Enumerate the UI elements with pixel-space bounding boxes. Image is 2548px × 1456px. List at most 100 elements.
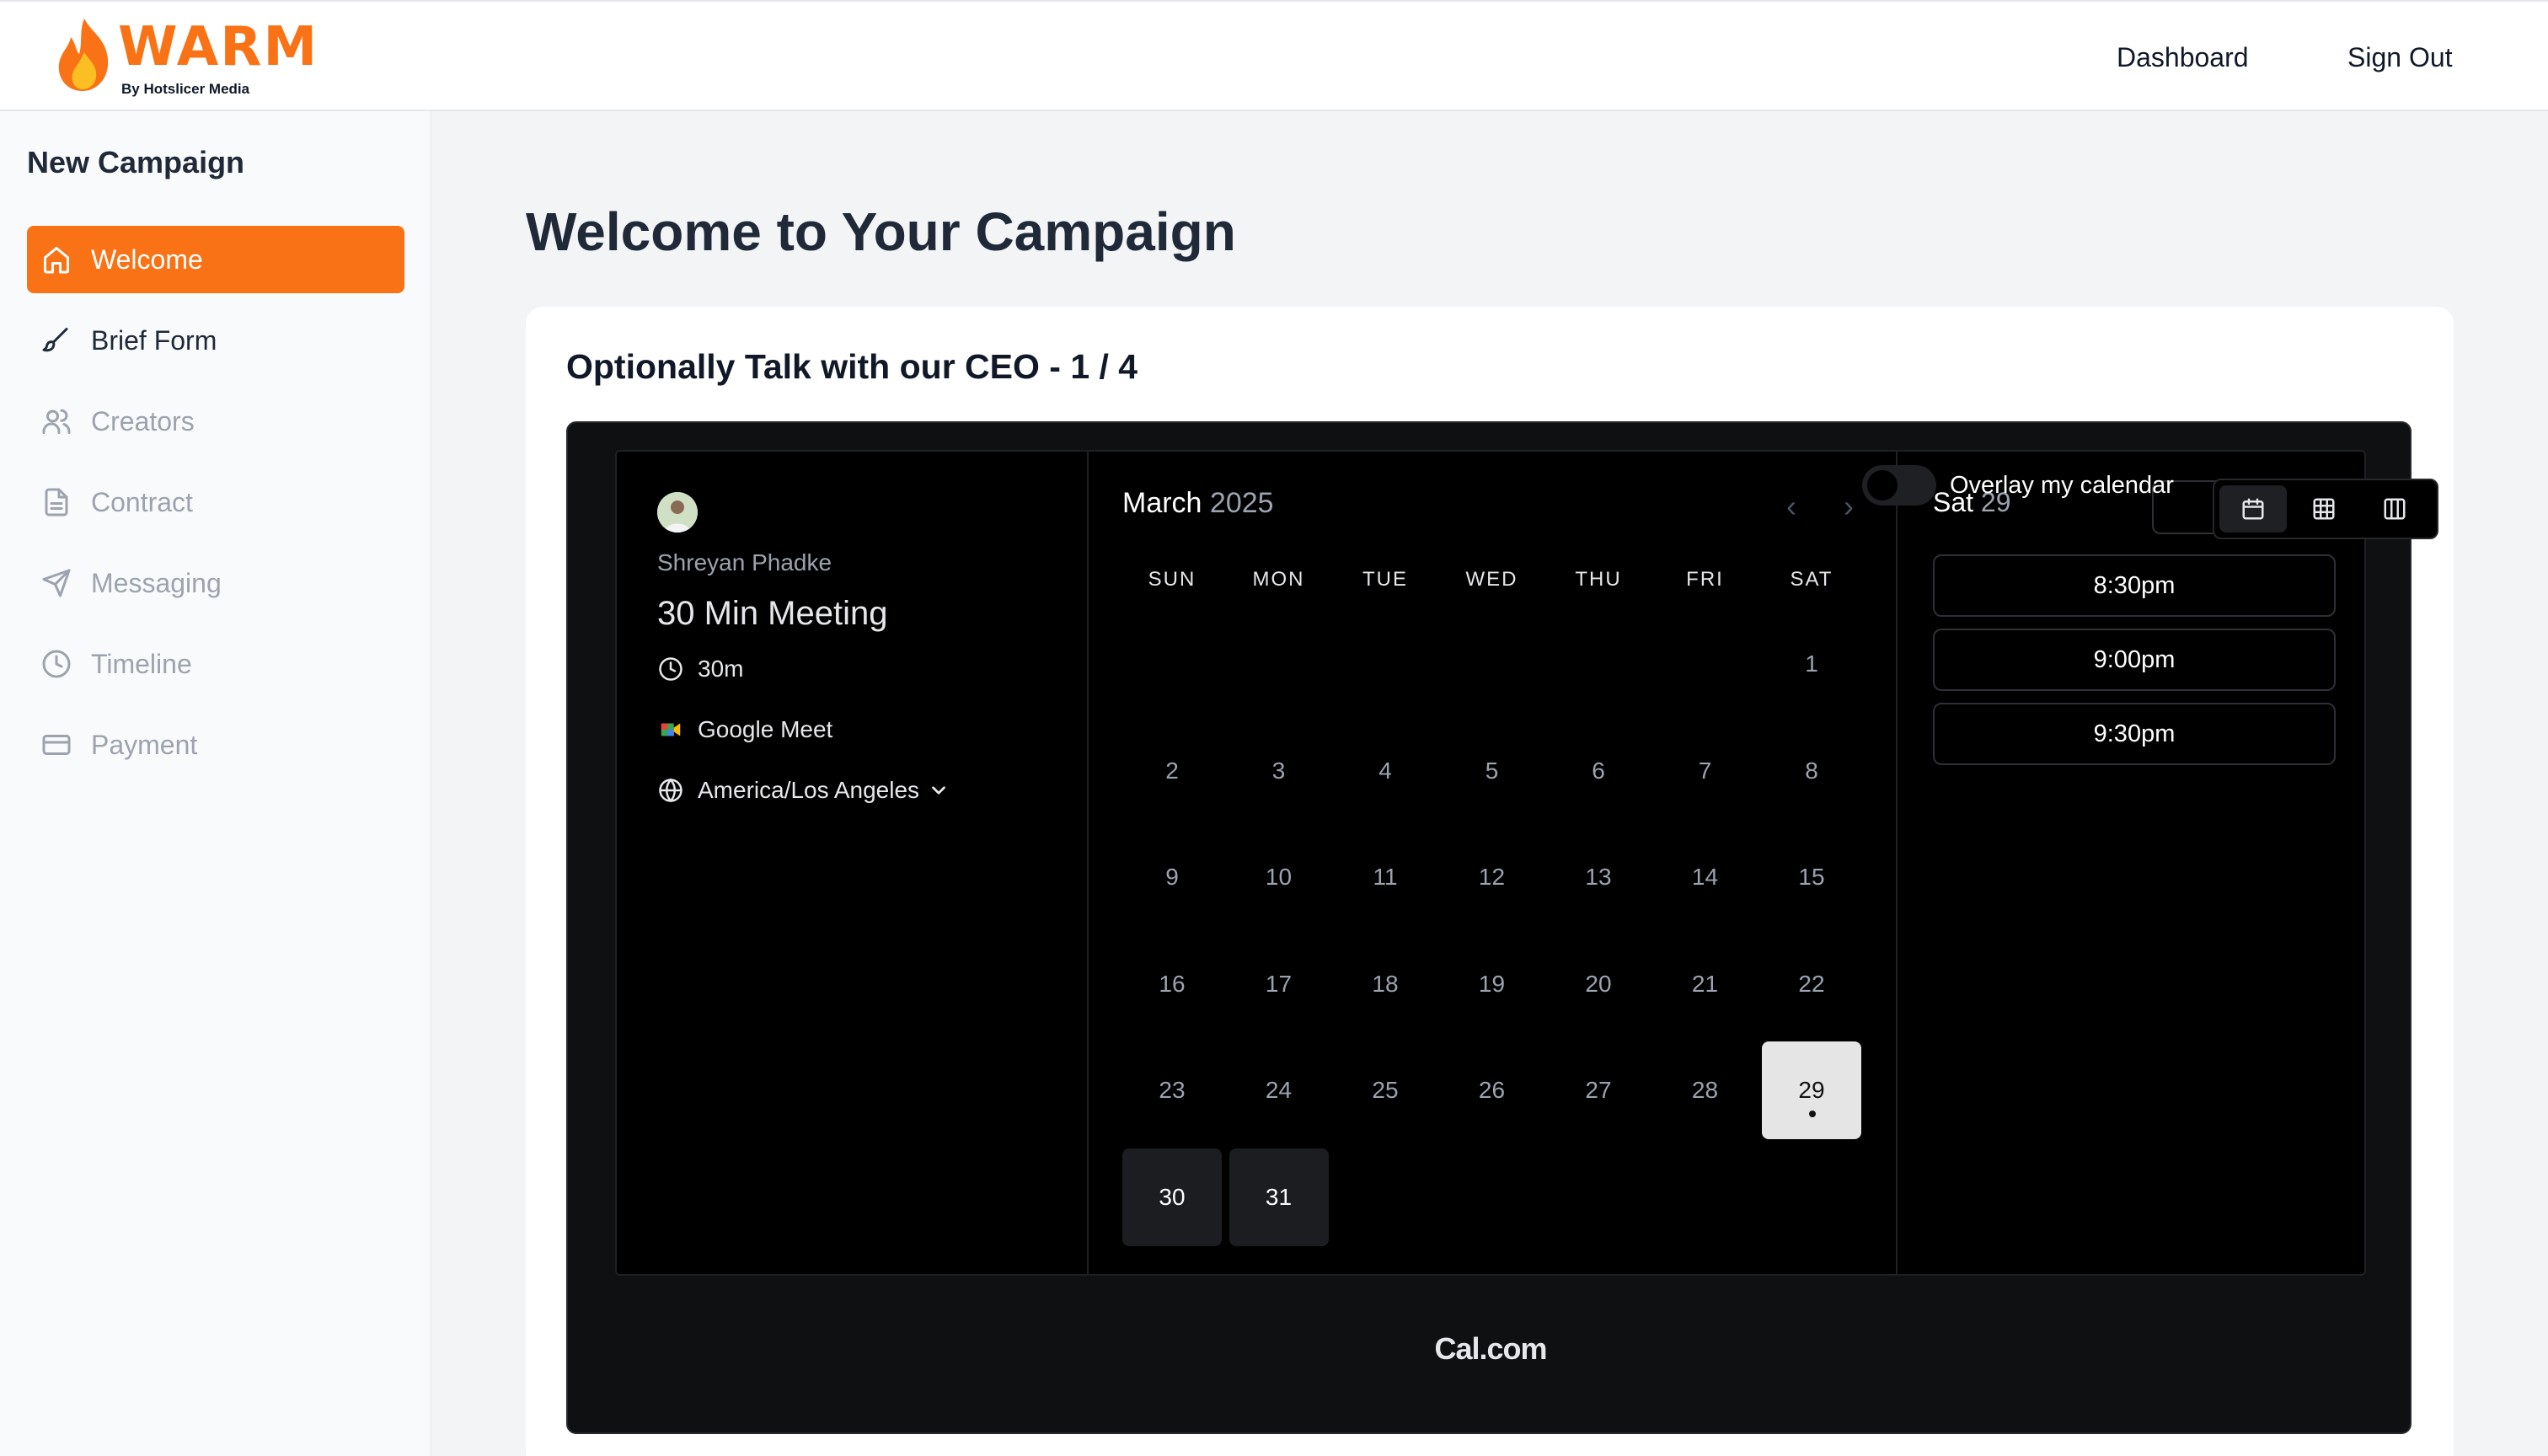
day-number: 24 [1265,1077,1293,1103]
event-meta: Shreyan Phadke 30 Min Meeting 30m Google… [617,452,1089,1274]
send-icon [40,567,72,599]
sign-out-link[interactable]: Sign Out [2347,40,2453,74]
clock-icon [40,648,72,680]
day-number: 6 [1592,757,1605,784]
day-number: 19 [1478,970,1506,997]
day-number: 2 [1165,757,1179,784]
calendar-day: 27 [1549,1041,1648,1139]
sidebar-item-label: Contract [91,486,193,517]
day-number: 28 [1691,1077,1719,1103]
calendar-day: 24 [1229,1041,1329,1139]
overlay-calendar: Overlay my calendar [1862,465,2174,506]
weekday-label: MON [1252,568,1305,591]
sidebar-item-contract[interactable]: Contract [27,468,404,536]
sidebar-item-messaging[interactable]: Messaging [27,549,404,617]
columns-icon [2384,498,2406,520]
weekday-label: THU [1575,568,1622,591]
sidebar-item-creators[interactable]: Creators [27,388,404,455]
calendar-day: 9 [1122,828,1222,926]
weekday-label: SAT [1790,568,1833,591]
flame-icon [58,19,109,91]
day-number: 18 [1372,970,1399,997]
month-view-button[interactable] [2219,485,2287,533]
time-slots-panel: Sat 29 8:30pm 9:00pm 9:30pm [1899,452,2366,1274]
month-heading: March 2025 [1122,487,1274,520]
overlay-calendar-label: Overlay my calendar [1950,471,2174,499]
campaign-card: Optionally Talk with our CEO - 1 / 4 Shr… [526,307,2454,1456]
day-number: 7 [1698,757,1712,784]
credit-card-icon [40,729,72,761]
logo-subtitle: By Hotslicer Media [121,81,250,97]
day-number: 21 [1691,970,1719,997]
calendar-day[interactable]: 30 [1122,1148,1222,1246]
today-dot [1809,1111,1816,1117]
day-number: 5 [1485,757,1499,784]
time-slot-button[interactable]: 9:30pm [1933,703,2336,765]
globe-icon [657,777,684,804]
prev-month-button[interactable]: ‹ [1763,489,1820,524]
calendar-day: 8 [1762,722,1861,820]
calendar-day: 14 [1656,828,1755,926]
calendar: March 2025 ‹ › SUN MON TUE WED THU FRI SAT 123… [1089,452,1898,1274]
calendar-day: 1 [1762,615,1861,713]
calendar-day: 7 [1656,722,1755,820]
day-number: 20 [1585,970,1612,997]
calendar-day: 16 [1122,935,1222,1033]
grid-icon [2313,498,2335,520]
day-number: 22 [1798,970,1825,997]
calendar-day: 17 [1229,935,1329,1033]
day-number: 30 [1159,1183,1186,1210]
day-number: 10 [1265,864,1293,890]
sidebar-item-label: Welcome [91,244,203,275]
weekday-label: TUE [1362,568,1408,591]
time-slot-button[interactable]: 8:30pm [1933,554,2336,617]
day-number: 16 [1159,970,1186,997]
day-number: 3 [1271,757,1286,784]
sidebar: New Campaign Welcome Brief Form Creators… [0,111,431,1456]
column-view-button[interactable] [2361,485,2428,533]
calendar-day: 4 [1336,722,1435,820]
weekday-label: WED [1465,568,1518,591]
calendar-day: 6 [1549,722,1648,820]
home-icon [40,244,72,276]
powered-by-logo[interactable]: Cal.com [568,1331,2413,1367]
location-text: Google Meet [698,716,833,742]
month-nav: ‹ › [1763,489,1877,524]
sidebar-item-label: Messaging [91,567,222,598]
host-avatar [657,492,698,533]
warm-logo[interactable]: WARM By Hotslicer Media [51,13,317,101]
brush-icon [40,324,72,356]
week-view-button[interactable] [2290,485,2358,533]
page-title: Welcome to Your Campaign [526,201,1236,262]
users-icon [40,405,72,437]
calendar-icon [2242,498,2264,520]
duration-text: 30m [698,656,744,682]
calendar-day: 28 [1656,1041,1755,1139]
location-row: Google Meet [657,716,832,743]
day-number: 15 [1798,864,1825,890]
timezone-select[interactable]: America/Los Angeles [657,777,950,804]
layout-toggle [2213,479,2438,539]
dashboard-link[interactable]: Dashboard [2117,40,2249,74]
sidebar-item-label: Payment [91,729,198,760]
calendar-day[interactable]: 31 [1228,1148,1329,1246]
sidebar-item-timeline[interactable]: Timeline [27,630,404,698]
day-number: 4 [1378,757,1392,784]
calendar-day: 20 [1549,935,1648,1033]
calendar-day[interactable]: 29 [1762,1041,1861,1139]
clock-icon [657,656,684,682]
sidebar-item-label: Creators [91,405,195,436]
time-slot-button[interactable]: 9:00pm [1933,629,2336,691]
day-number: 1 [1805,650,1818,677]
calendar-day: 26 [1443,1041,1542,1139]
sidebar-item-welcome[interactable]: Welcome [27,226,404,293]
calendar-day: 22 [1762,935,1861,1033]
logo-wordmark: WARM [118,16,319,78]
month-year: 2025 [1209,487,1274,519]
overlay-calendar-toggle[interactable] [1862,465,1936,506]
sidebar-item-brief-form[interactable]: Brief Form [27,307,404,374]
calendar-day: 25 [1336,1041,1435,1139]
sidebar-item-label: Timeline [91,648,192,679]
sidebar-item-label: Brief Form [91,324,217,356]
sidebar-item-payment[interactable]: Payment [27,711,404,779]
